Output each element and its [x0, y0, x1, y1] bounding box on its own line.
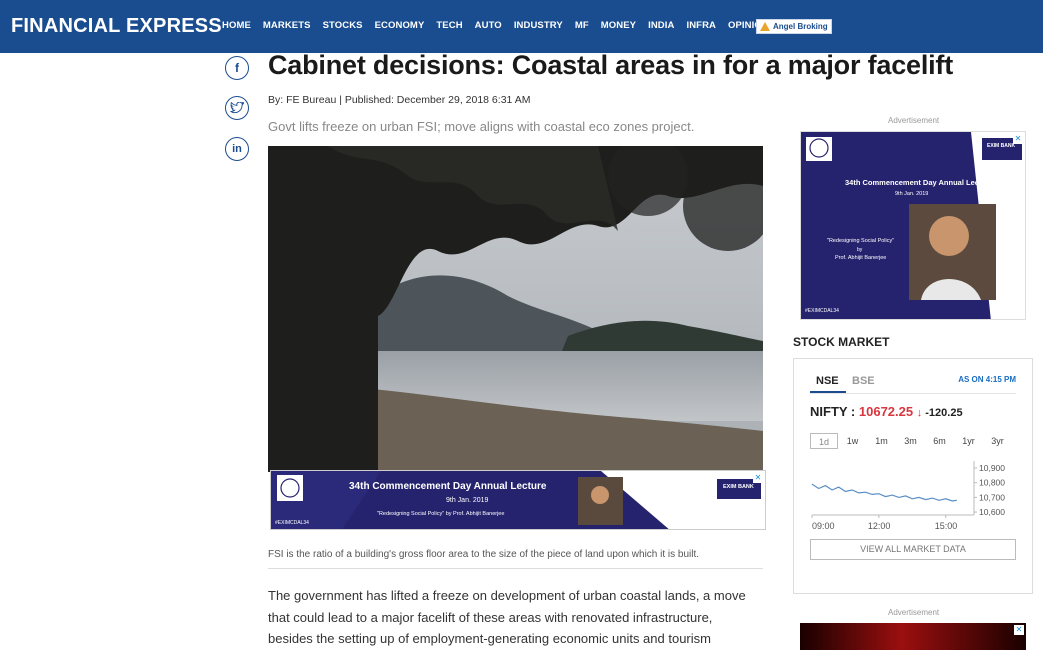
photo-caption: FSI is the ratio of a building's gross f… [268, 549, 700, 560]
article-byline: By: FE Bureau | Published: December 29, … [268, 94, 531, 106]
bottom-ad-close-icon[interactable]: ✕ [1014, 625, 1024, 635]
ad-label-bottom: Advertisement [888, 608, 940, 617]
nav-india[interactable]: INDIA [648, 20, 674, 31]
index-change: -120.25 [925, 407, 963, 419]
x-tick-label: 09:00 [812, 521, 835, 531]
sidebar-ad-hashtag: #EXIMCDAL34 [805, 308, 839, 314]
nav-stocks[interactable]: STOCKS [323, 20, 363, 31]
y-tick-label: 10,600 [979, 507, 1005, 517]
sidebar-ad-headline: 34th Commencement Day Annual Lecture [845, 178, 994, 187]
inline-ad-close-icon[interactable]: ✕ [753, 473, 763, 483]
view-all-market-data-button[interactable]: VIEW ALL MARKET DATA [810, 539, 1016, 560]
nav-money[interactable]: MONEY [601, 20, 636, 31]
market-timestamp: AS ON 4:15 PM [958, 375, 1016, 384]
sidebar-ad-topic: "Redesigning Social Policy" [827, 238, 895, 244]
tab-bse[interactable]: BSE [852, 375, 875, 387]
nav-mf[interactable]: MF [575, 20, 589, 31]
linkedin-share-button[interactable]: in [225, 137, 249, 161]
article-body: The government has lifted a freeze on de… [268, 588, 746, 646]
sidebar-ad-date: 9th Jan. 2019 [895, 191, 929, 197]
sidebar-ad-brand: EXIM BANK [987, 143, 1016, 149]
nifty-series-line [811, 483, 957, 502]
x-tick-label: 12:00 [868, 521, 891, 531]
nifty-intraday-chart: 10,900 10,800 10,700 10,600 09:00 12:00 15:00 [811, 461, 1005, 531]
bottom-sidebar-ad[interactable]: ✕ [800, 623, 1026, 650]
sidebar-lecture-ad[interactable]: 34th Commencement Day Annual Lecture 9th… [800, 131, 1026, 320]
down-arrow-icon: ↓ [916, 407, 923, 419]
twitter-share-button[interactable] [225, 96, 249, 120]
site-logo[interactable]: FINANCIAL EXPRESS [11, 15, 222, 38]
sidebar-ad-close-icon[interactable]: ✕ [1013, 134, 1023, 144]
sidebar-ad-speaker: Prof. Abhijit Banerjee [835, 255, 887, 261]
tab-nse[interactable]: NSE [816, 375, 839, 387]
angel-broking-sponsor[interactable]: Angel Broking [756, 19, 832, 34]
ad-label-top: Advertisement [888, 116, 940, 125]
nav-tech[interactable]: TECH [436, 20, 462, 31]
facebook-share-button[interactable]: f [225, 56, 249, 80]
article-photo [268, 146, 763, 472]
nav-infra[interactable]: INFRA [686, 20, 716, 31]
caption-divider [268, 568, 763, 569]
nifty-quote[interactable]: NIFTY : 10672.25 ↓ -120.25 [810, 404, 963, 419]
y-tick-label: 10,900 [979, 463, 1005, 473]
sponsor-label: Angel Broking [773, 22, 828, 31]
range-1m[interactable]: 1m [867, 433, 896, 449]
range-1yr[interactable]: 1yr [954, 433, 983, 449]
range-3m[interactable]: 3m [896, 433, 925, 449]
range-1w[interactable]: 1w [838, 433, 867, 449]
angel-logo-icon [760, 22, 770, 31]
stock-market-widget: NSE BSE AS ON 4:15 PM NIFTY : 10672.25 ↓… [793, 358, 1033, 594]
inline-ad-graphic [271, 471, 765, 529]
range-3yr[interactable]: 3yr [983, 433, 1012, 449]
twitter-icon [230, 102, 244, 114]
inline-ad-date: 9th Jan. 2019 [446, 497, 489, 504]
article-title: Cabinet decisions: Coastal areas in for … [268, 50, 954, 80]
inline-lecture-ad[interactable]: 34th Commencement Day Annual Lecture 9th… [270, 470, 766, 530]
y-tick-label: 10,800 [979, 478, 1005, 488]
nav-industry[interactable]: INDUSTRY [514, 20, 563, 31]
time-range-selector: 1d 1w 1m 3m 6m 1yr 3yr [810, 433, 1012, 449]
site-header: FINANCIAL EXPRESS HOME MARKETS STOCKS EC… [0, 0, 1043, 53]
range-6m[interactable]: 6m [925, 433, 954, 449]
inline-ad-brand: EXIM BANK [723, 484, 754, 490]
linkedin-icon: in [232, 143, 242, 155]
x-tick-label: 15:00 [935, 521, 958, 531]
inline-ad-tagline: "Redesigning Social Policy" by Prof. Abh… [377, 511, 505, 517]
range-1d[interactable]: 1d [810, 433, 838, 449]
facebook-icon: f [235, 61, 239, 75]
active-tab-indicator [810, 391, 846, 393]
article-subhead: Govt lifts freeze on urban FSI; move ali… [268, 119, 695, 134]
y-tick-label: 10,700 [979, 492, 1005, 502]
nav-auto[interactable]: AUTO [475, 20, 502, 31]
nav-markets[interactable]: MARKETS [263, 20, 311, 31]
sidebar-ad-graphic [801, 132, 1025, 319]
main-nav: HOME MARKETS STOCKS ECONOMY TECH AUTO IN… [222, 20, 781, 31]
index-value: 10672.25 [858, 404, 914, 419]
coastal-beach-image [268, 146, 763, 472]
inline-ad-hashtag: #EXIMCDAL34 [275, 520, 309, 526]
index-name: NIFTY : [810, 404, 856, 419]
sidebar-ad-by: by [857, 247, 863, 253]
nav-home[interactable]: HOME [222, 20, 251, 31]
tab-divider [810, 393, 1016, 394]
stock-market-heading: STOCK MARKET [793, 335, 890, 349]
nav-economy[interactable]: ECONOMY [375, 20, 425, 31]
inline-ad-headline: 34th Commencement Day Annual Lecture [349, 481, 547, 492]
